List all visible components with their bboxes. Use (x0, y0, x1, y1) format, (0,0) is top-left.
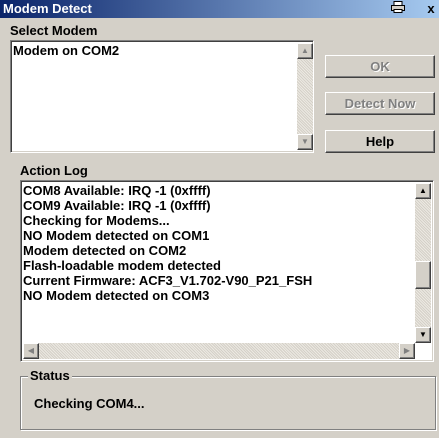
log-line: Modem detected on COM2 (23, 243, 187, 258)
action-log-hscrollbar[interactable]: ◀ ▶ (23, 343, 415, 359)
log-line: Current Firmware: ACF3_V1.702-V90_P21_FS… (23, 273, 313, 288)
log-line: NO Modem detected on COM3 (23, 288, 210, 303)
detect-now-button[interactable]: Detect Now (325, 92, 435, 115)
log-line: Checking for Modems... (23, 213, 170, 228)
scroll-up-icon[interactable]: ▲ (415, 183, 431, 199)
modem-listbox[interactable]: Modem on COM2 ▲ ▼ (10, 40, 314, 153)
scroll-right-icon[interactable]: ▶ (399, 343, 415, 359)
status-label: Status (28, 368, 72, 383)
action-log-vscrollbar[interactable]: ▲ ▼ (415, 183, 431, 343)
help-button[interactable]: Help (325, 130, 435, 153)
select-modem-label: Select Modem (10, 23, 98, 38)
scroll-up-icon[interactable]: ▲ (297, 43, 313, 59)
log-line: COM9 Available: IRQ -1 (0xffff) (23, 198, 211, 213)
window-title: Modem Detect (3, 1, 92, 16)
modem-list-scrollbar[interactable]: ▲ ▼ (297, 43, 313, 150)
modem-detect-window: Modem Detect x Select Modem Modem on COM… (0, 0, 439, 438)
action-log-text: COM8 Available: IRQ -1 (0xffff) COM9 Ava… (23, 183, 411, 341)
scroll-left-icon[interactable]: ◀ (23, 343, 39, 359)
scroll-down-icon[interactable]: ▼ (297, 134, 313, 150)
printer-icon[interactable] (387, 1, 409, 17)
log-line: COM8 Available: IRQ -1 (0xffff) (23, 183, 211, 198)
scroll-down-icon[interactable]: ▼ (415, 327, 431, 343)
modem-list-item[interactable]: Modem on COM2 (13, 43, 119, 58)
status-text: Checking COM4... (34, 396, 145, 411)
scroll-thumb[interactable] (415, 261, 431, 289)
log-line: Flash-loadable modem detected (23, 258, 221, 273)
action-log-box[interactable]: COM8 Available: IRQ -1 (0xffff) COM9 Ava… (20, 180, 434, 362)
title-bar[interactable]: Modem Detect x (0, 0, 439, 18)
action-log-label: Action Log (20, 163, 88, 178)
ok-button[interactable]: OK (325, 55, 435, 78)
log-line: NO Modem detected on COM1 (23, 228, 210, 243)
close-icon[interactable]: x (420, 1, 439, 17)
